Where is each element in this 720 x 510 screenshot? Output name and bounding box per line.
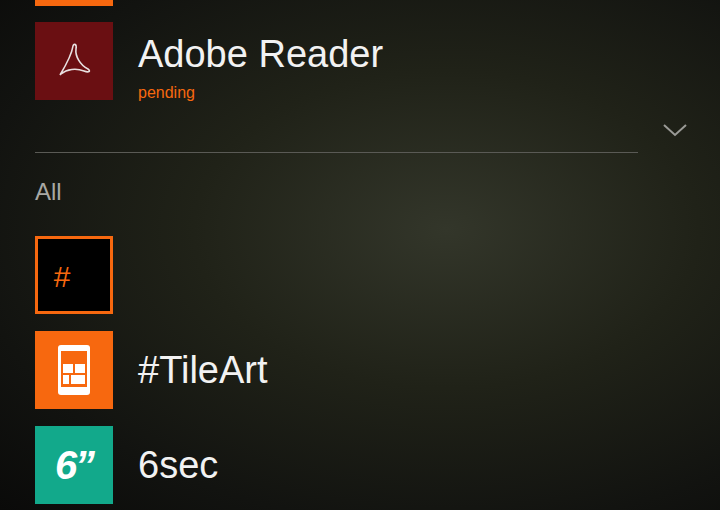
app-list-screen: Adobe Reader pending All # #TileArt 6” 6sec [0,0,720,510]
app-name: 6sec [138,443,218,487]
app-row[interactable]: 6” 6sec [35,426,720,504]
chevron-down-icon[interactable] [662,123,688,137]
app-name: #TileArt [138,348,268,392]
adobe-reader-icon [54,41,94,81]
sixsec-logo-icon: 6” [55,445,93,485]
app-row[interactable]: Adobe Reader pending [35,22,720,103]
app-tile[interactable] [35,331,113,409]
divider [35,152,638,153]
app-name: Adobe Reader [138,32,383,76]
app-row[interactable]: # [35,236,720,314]
app-row[interactable]: #TileArt [35,331,720,409]
app-status: pending [138,83,383,103]
letter-tile[interactable]: # [35,236,113,314]
app-list[interactable]: Adobe Reader pending All # #TileArt 6” 6sec [0,0,720,504]
app-tile[interactable] [35,22,113,100]
phone-tiles-icon [54,344,94,396]
app-tile[interactable] [35,0,113,6]
app-tile[interactable]: 6” [35,426,113,504]
section-label: All [35,178,720,206]
